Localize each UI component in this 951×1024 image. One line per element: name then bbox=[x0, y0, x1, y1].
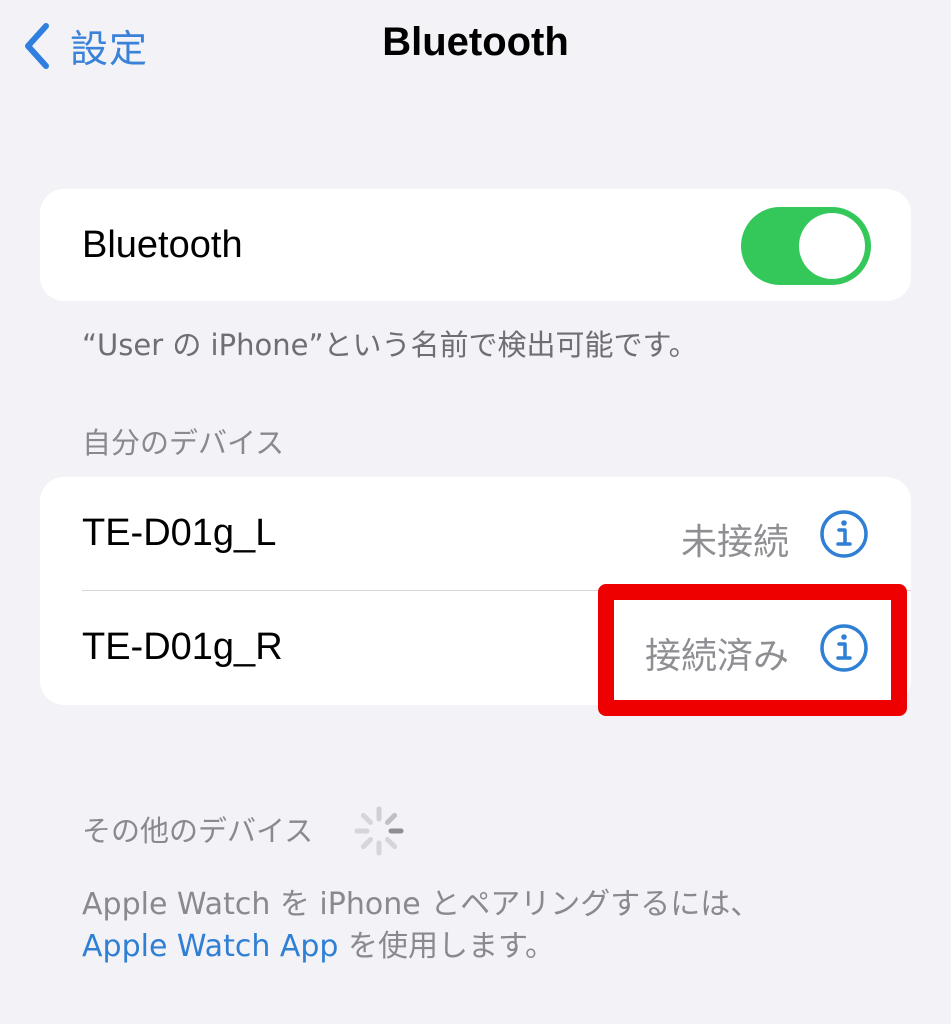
watch-note-line1: Apple Watch を iPhone とペアリングするには、 bbox=[82, 887, 761, 922]
apple-watch-app-link[interactable]: Apple Watch App bbox=[82, 929, 338, 964]
device-name: TE-D01g_R bbox=[82, 626, 283, 668]
device-name: TE-D01g_L bbox=[82, 512, 277, 554]
my-devices-header: 自分のデバイス bbox=[82, 426, 285, 460]
spinner-icon bbox=[354, 806, 404, 856]
device-row[interactable]: TE-D01g_L 未接続 bbox=[40, 477, 911, 591]
page-title: Bluetooth bbox=[382, 20, 569, 64]
toggle-knob bbox=[799, 213, 865, 279]
other-devices-header: その他のデバイス bbox=[82, 814, 314, 848]
bluetooth-toggle[interactable] bbox=[741, 207, 871, 285]
watch-note-line2: Apple Watch App を使用します。 bbox=[82, 926, 760, 968]
discoverable-note: “User の iPhone”という名前で検出可能です。 bbox=[82, 328, 698, 362]
info-circle-icon[interactable] bbox=[819, 509, 869, 559]
device-status: 未接続 bbox=[680, 522, 789, 563]
apple-watch-note: Apple Watch を iPhone とペアリングするには、 Apple W… bbox=[82, 884, 760, 968]
bluetooth-label: Bluetooth bbox=[82, 224, 243, 266]
navigation-bar: 設定 Bluetooth bbox=[0, 0, 951, 90]
bluetooth-toggle-card: Bluetooth bbox=[40, 189, 911, 301]
bluetooth-row: Bluetooth bbox=[40, 189, 911, 301]
watch-note-suffix: を使用します。 bbox=[348, 929, 556, 964]
highlight-box bbox=[598, 584, 907, 716]
